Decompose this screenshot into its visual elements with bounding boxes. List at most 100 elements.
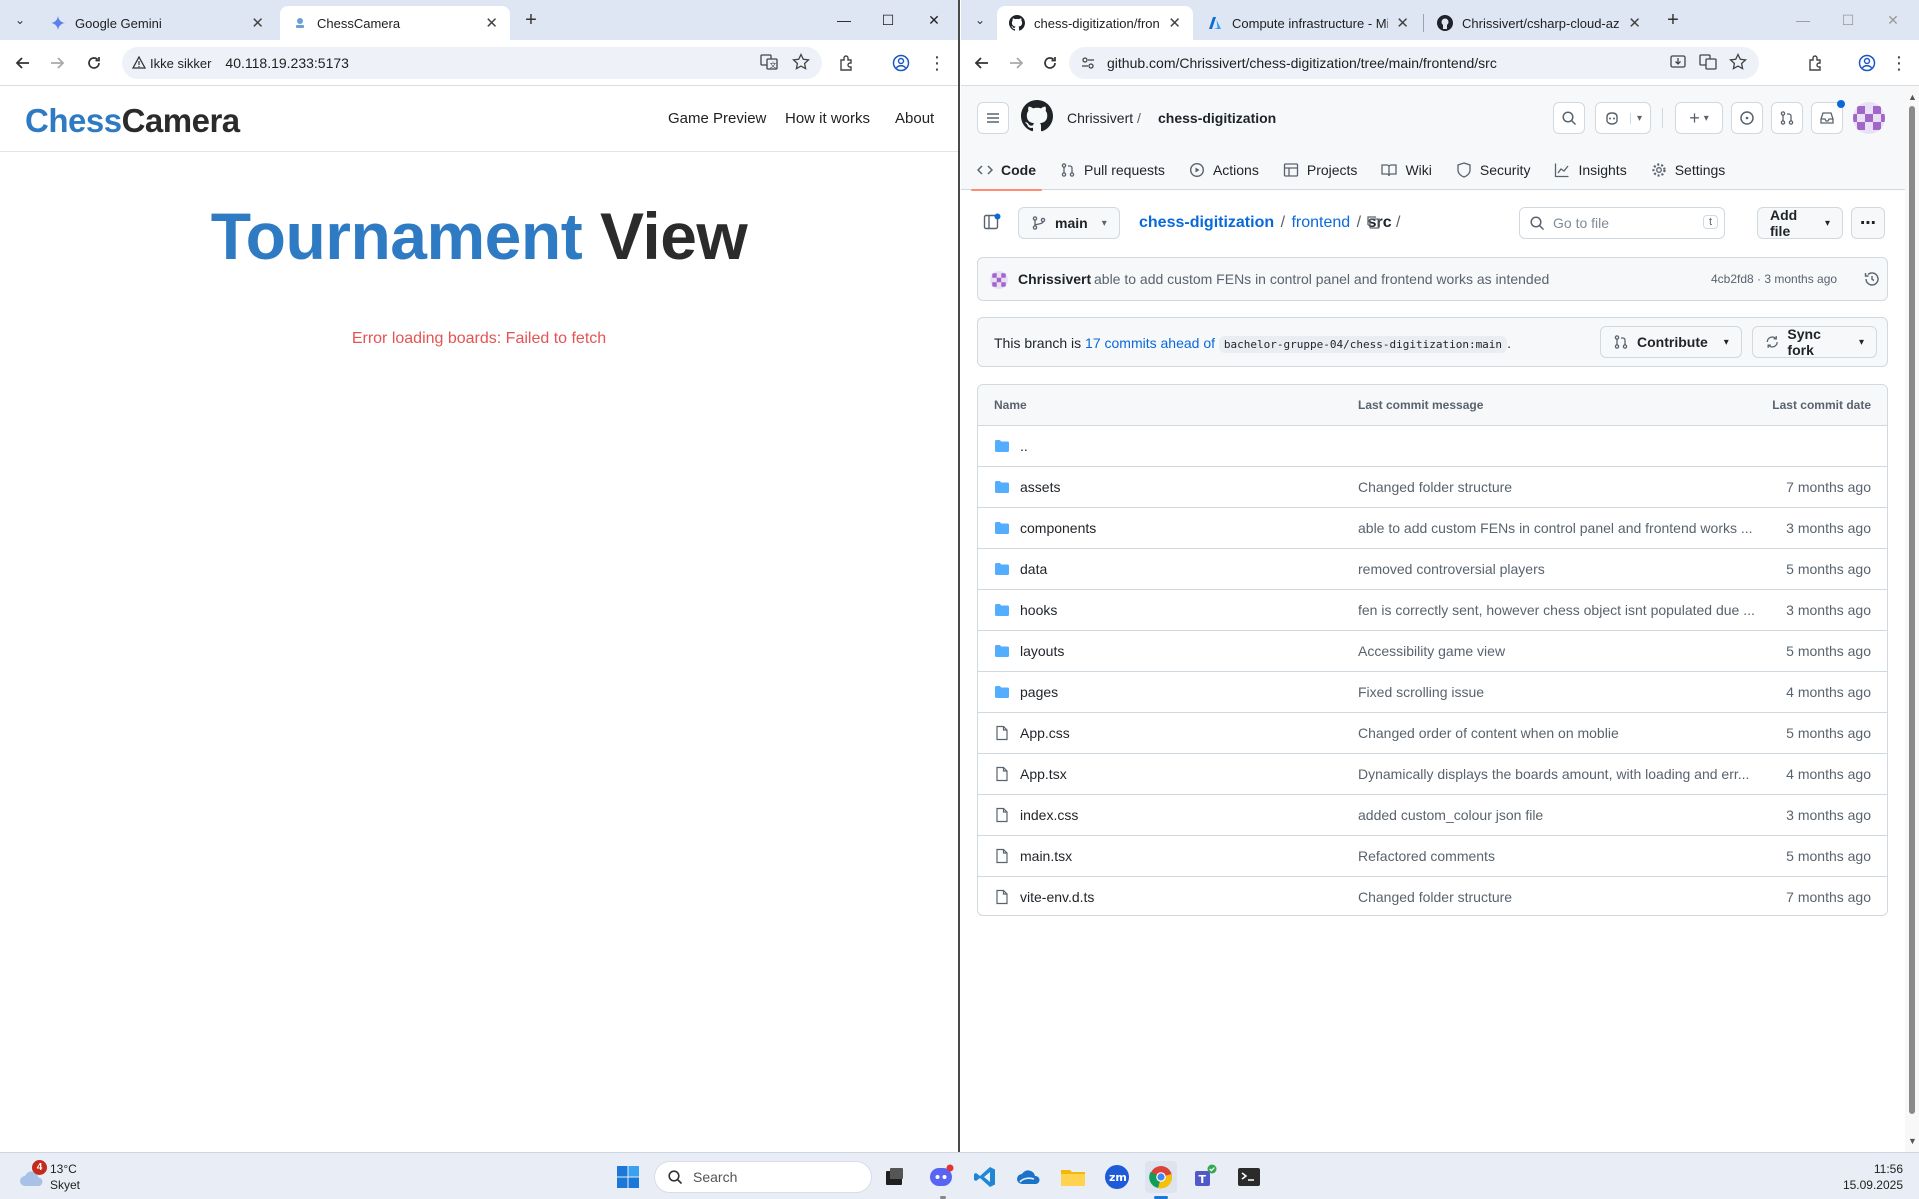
github-logo-icon[interactable] bbox=[1021, 100, 1053, 132]
tab-github-csharp[interactable]: Chrissivert/csharp-cloud-azure ✕ bbox=[1425, 6, 1653, 40]
back-icon[interactable] bbox=[967, 48, 997, 78]
commits-ahead-link[interactable]: 17 commits ahead of bbox=[1085, 335, 1215, 351]
teams-icon[interactable]: T bbox=[1189, 1161, 1221, 1193]
scrollbar-thumb[interactable] bbox=[1909, 106, 1915, 1114]
file-name[interactable]: .. bbox=[1020, 438, 1028, 454]
scroll-down-icon[interactable]: ▼ bbox=[1908, 1136, 1917, 1146]
commit-message[interactable]: fen is correctly sent, however chess obj… bbox=[1358, 602, 1758, 618]
site-info-tune-icon[interactable] bbox=[1081, 56, 1095, 70]
tab-azure-compute[interactable]: Compute infrastructure - Micro ✕ bbox=[1195, 6, 1421, 40]
forward-icon[interactable] bbox=[42, 48, 72, 78]
url-text[interactable]: github.com/Chrissivert/chess-digitizatio… bbox=[1107, 55, 1497, 71]
table-row[interactable]: assets Changed folder structure 7 months a… bbox=[978, 466, 1887, 507]
file-name[interactable]: App.tsx bbox=[1020, 766, 1067, 782]
search-icon[interactable] bbox=[1553, 102, 1585, 134]
commit-message[interactable]: Accessibility game view bbox=[1358, 643, 1758, 659]
weather-widget[interactable]: 4 bbox=[18, 1160, 48, 1191]
forward-icon[interactable] bbox=[1001, 48, 1031, 78]
history-icon[interactable] bbox=[1864, 271, 1880, 287]
copy-path-icon[interactable] bbox=[1365, 214, 1381, 230]
translate-icon[interactable] bbox=[1699, 53, 1717, 71]
commit-message[interactable]: Changed order of content when on moblie bbox=[1358, 725, 1758, 741]
table-row[interactable]: index.css added custom_colour json file 3 … bbox=[978, 794, 1887, 835]
copilot-button[interactable]: ▾ bbox=[1595, 102, 1651, 134]
close-tab-icon[interactable]: ✕ bbox=[251, 14, 264, 32]
avatar[interactable] bbox=[990, 271, 1008, 289]
chesscamera-logo[interactable]: ChessCamera bbox=[25, 102, 240, 140]
commit-message[interactable]: Changed folder structure bbox=[1358, 479, 1758, 495]
tab-pull-requests[interactable]: Pull requests bbox=[1060, 150, 1165, 190]
commit-message[interactable]: added custom_colour json file bbox=[1358, 807, 1758, 823]
menu-kebab-icon[interactable]: ⋮ bbox=[1886, 50, 1912, 76]
file-name[interactable]: pages bbox=[1020, 684, 1058, 700]
repo-name-link[interactable]: chess-digitization bbox=[1158, 110, 1276, 126]
taskbar-search[interactable]: Search bbox=[654, 1161, 872, 1193]
nav-about[interactable]: About bbox=[895, 110, 934, 127]
file-name[interactable]: layouts bbox=[1020, 643, 1064, 659]
chrome-icon[interactable] bbox=[1145, 1161, 1177, 1193]
bookmark-star-icon[interactable] bbox=[792, 53, 810, 71]
warning-triangle-icon[interactable] bbox=[132, 56, 146, 70]
file-name[interactable]: components bbox=[1020, 520, 1096, 536]
table-row[interactable]: hooks fen is correctly sent, however ches… bbox=[978, 589, 1887, 630]
terminal-icon[interactable] bbox=[1233, 1161, 1265, 1193]
table-row[interactable]: components able to add custom FENs in con… bbox=[978, 507, 1887, 548]
branch-selector[interactable]: main ▾ bbox=[1018, 207, 1120, 239]
discord-icon[interactable] bbox=[925, 1161, 957, 1193]
commit-meta[interactable]: 4cb2fd8 · 3 months ago bbox=[1711, 272, 1837, 286]
maximize-icon[interactable]: ☐ bbox=[1826, 6, 1870, 34]
address-bar[interactable]: github.com/Chrissivert/chess-digitizatio… bbox=[1069, 47, 1759, 79]
extensions-icon[interactable] bbox=[834, 50, 860, 76]
contribute-button[interactable]: Contribute ▾ bbox=[1600, 326, 1742, 358]
url-text[interactable]: 40.118.19.233:5173 bbox=[225, 55, 349, 71]
tab-search-chevron-icon[interactable]: ⌄ bbox=[8, 8, 32, 32]
reload-icon[interactable] bbox=[1035, 48, 1065, 78]
commit-message[interactable]: Refactored comments bbox=[1358, 848, 1758, 864]
scroll-up-icon[interactable]: ▲ bbox=[1908, 92, 1917, 102]
new-tab-icon[interactable]: + bbox=[520, 9, 542, 31]
clock[interactable]: 11:56 15.09.2025 bbox=[1843, 1161, 1903, 1193]
breadcrumb-frontend[interactable]: frontend bbox=[1291, 214, 1350, 231]
onedrive-icon[interactable] bbox=[1013, 1161, 1045, 1193]
table-row[interactable]: vite-env.d.ts Changed folder structure 7 m… bbox=[978, 876, 1887, 917]
commit-message[interactable]: Dynamically displays the boards amount, … bbox=[1358, 766, 1758, 782]
tab-search-chevron-icon[interactable]: ⌄ bbox=[968, 8, 992, 32]
file-name[interactable]: hooks bbox=[1020, 602, 1057, 618]
file-name[interactable]: index.css bbox=[1020, 807, 1078, 823]
table-row[interactable]: data removed controversial players 5 month… bbox=[978, 548, 1887, 589]
table-row[interactable]: App.tsx Dynamically displays the boards a… bbox=[978, 753, 1887, 794]
minimize-icon[interactable]: — bbox=[1781, 6, 1825, 34]
maximize-icon[interactable]: ☐ bbox=[866, 6, 910, 34]
table-row[interactable]: main.tsx Refactored comments 5 months ago bbox=[978, 835, 1887, 876]
close-window-icon[interactable]: ✕ bbox=[912, 6, 956, 34]
tab-code[interactable]: Code bbox=[971, 150, 1042, 191]
start-windows-icon[interactable] bbox=[612, 1161, 644, 1193]
security-label[interactable]: Ikke sikker bbox=[150, 56, 211, 71]
profile-icon[interactable] bbox=[1854, 50, 1880, 76]
close-tab-icon[interactable]: ✕ bbox=[1628, 14, 1641, 32]
add-file-button[interactable]: Add file ▾ bbox=[1757, 207, 1843, 239]
tab-insights[interactable]: Insights bbox=[1554, 150, 1627, 190]
scrollbar[interactable]: ▲ ▼ bbox=[1905, 86, 1919, 1152]
go-to-file-input[interactable]: Go to file t bbox=[1519, 207, 1725, 239]
more-options-icon[interactable]: ⋯ bbox=[1851, 207, 1885, 239]
breadcrumb-repo[interactable]: chess-digitization bbox=[1139, 214, 1274, 231]
minimize-icon[interactable]: — bbox=[822, 6, 866, 34]
close-tab-icon[interactable]: ✕ bbox=[485, 14, 498, 32]
file-explorer-icon[interactable] bbox=[1057, 1161, 1089, 1193]
table-row[interactable]: App.css Changed order of content when on … bbox=[978, 712, 1887, 753]
file-name[interactable]: vite-env.d.ts bbox=[1020, 889, 1094, 905]
issues-icon[interactable] bbox=[1731, 102, 1763, 134]
close-tab-icon[interactable]: ✕ bbox=[1396, 14, 1409, 32]
file-name[interactable]: App.css bbox=[1020, 725, 1070, 741]
nav-how-it-works[interactable]: How it works bbox=[785, 110, 870, 127]
nav-game-preview[interactable]: Game Preview bbox=[668, 110, 766, 127]
chevron-down-icon[interactable]: ▾ bbox=[1629, 112, 1642, 124]
tab-chesscamera[interactable]: ChessCamera ✕ bbox=[280, 6, 510, 40]
tab-wiki[interactable]: Wiki bbox=[1381, 150, 1432, 190]
sidebar-toggle-icon[interactable] bbox=[983, 213, 1001, 231]
tab-google-gemini[interactable]: Google Gemini ✕ bbox=[38, 6, 276, 40]
commit-message[interactable]: Fixed scrolling issue bbox=[1358, 684, 1758, 700]
reload-icon[interactable] bbox=[79, 48, 109, 78]
extensions-icon[interactable] bbox=[1803, 50, 1829, 76]
